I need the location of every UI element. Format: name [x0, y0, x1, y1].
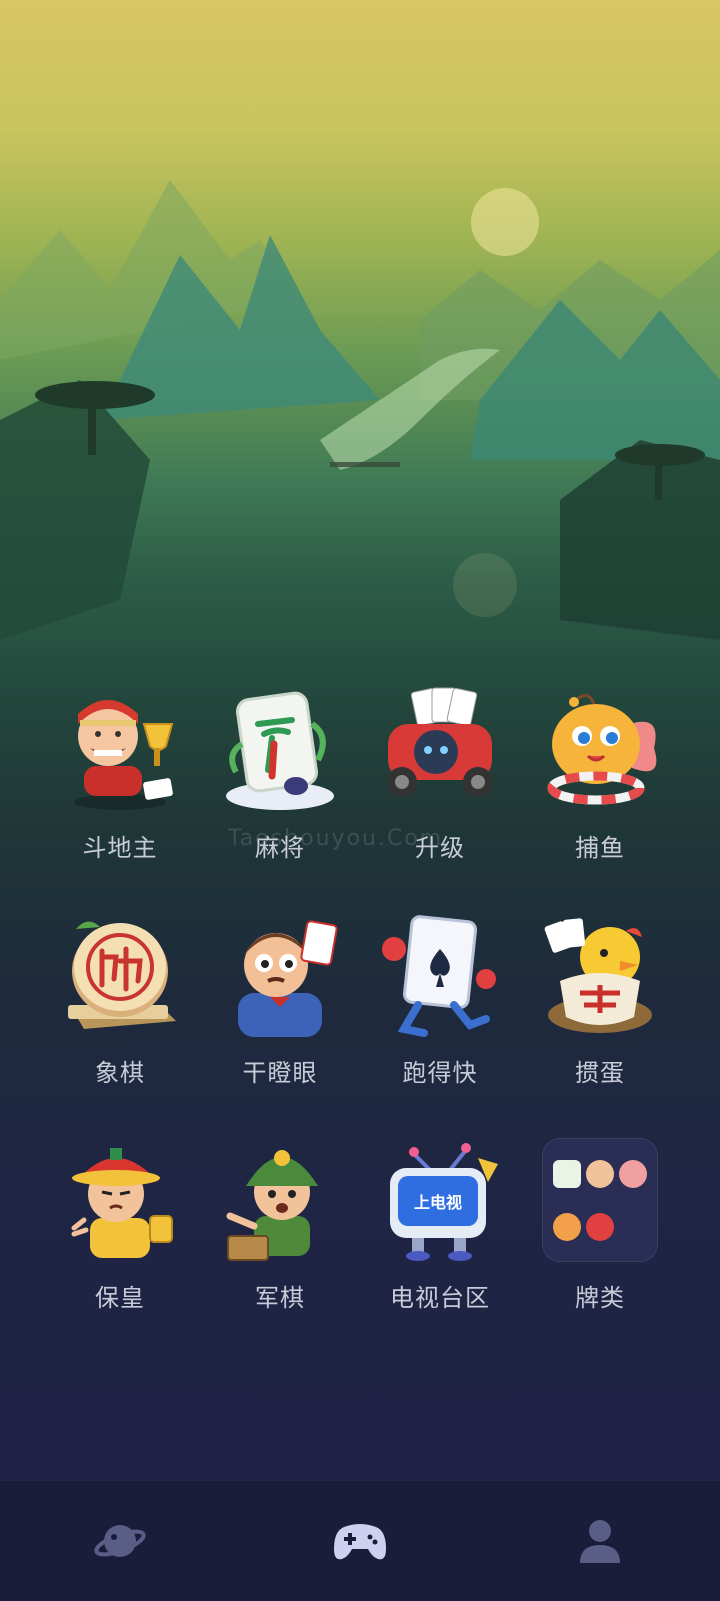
- chick-egg-icon: [544, 918, 652, 1033]
- game-label: 跑得快: [402, 1059, 478, 1087]
- game-tile-baohuang[interactable]: 保皇: [40, 1130, 200, 1313]
- game-tile-tv-zone[interactable]: 上电视 电视台区: [360, 1130, 520, 1313]
- tab-planet[interactable]: [60, 1491, 180, 1591]
- card-games-folder-icon: [542, 1138, 658, 1262]
- planet-icon: [94, 1525, 146, 1557]
- gamepad-icon: [334, 1524, 386, 1560]
- game-tile-junqi[interactable]: 军棋: [200, 1130, 360, 1313]
- game-tile-xiangqi[interactable]: 象棋: [40, 905, 200, 1088]
- mahjong-mini-icon: [553, 1159, 582, 1188]
- chinese-chess-piece-icon: [68, 921, 176, 1029]
- character-mini-icon: [553, 1212, 582, 1241]
- game-tile-buyu[interactable]: 捕鱼: [520, 680, 680, 863]
- game-tile-paodekuai[interactable]: 跑得快: [360, 905, 520, 1088]
- game-label: 保皇: [95, 1284, 145, 1312]
- card-car-icon: [387, 687, 493, 797]
- staring-man-icon: [238, 920, 338, 1037]
- tab-games[interactable]: [300, 1491, 420, 1591]
- landlord-mini-icon: [585, 1159, 614, 1188]
- profile-icon: [580, 1520, 620, 1563]
- staring-man-mini-icon: [618, 1159, 647, 1188]
- game-label: 电视台区: [390, 1284, 490, 1312]
- empty-slot: [619, 1213, 647, 1241]
- emperor-character-icon: [71, 1148, 173, 1258]
- game-label: 牌类: [575, 1284, 625, 1312]
- mountain-landscape-illustration: [0, 180, 720, 640]
- game-label: 军棋: [255, 1284, 305, 1312]
- landlord-character-icon: [74, 700, 174, 810]
- running-card-icon: [382, 915, 496, 1037]
- game-label: 干瞪眼: [242, 1059, 318, 1087]
- soldier-character-icon: [226, 1150, 318, 1261]
- poker-mini-icon: [585, 1212, 614, 1241]
- game-tile-gandengyan[interactable]: 干瞪眼: [200, 905, 360, 1088]
- tv-screen-text: 上电视: [414, 1193, 462, 1212]
- game-tile-doudizhu[interactable]: 斗地主: [40, 680, 200, 863]
- game-folder-card-games[interactable]: 牌类: [520, 1130, 680, 1313]
- game-label: 捕鱼: [575, 834, 625, 862]
- watermark-text: Taoshouyou.Com: [228, 826, 444, 851]
- tab-profile[interactable]: [540, 1491, 660, 1591]
- game-label: 象棋: [95, 1059, 145, 1087]
- goldfish-icon: [547, 694, 657, 805]
- bottom-tab-bar: [0, 1480, 720, 1601]
- tv-character-icon: 上电视: [390, 1143, 498, 1261]
- game-tile-guandan[interactable]: 掼蛋: [520, 905, 680, 1088]
- game-label: 斗地主: [82, 834, 158, 862]
- mahjong-tile-icon: [226, 691, 334, 810]
- game-label: 掼蛋: [575, 1059, 625, 1087]
- game-grid: 斗地主 麻将 升级 捕鱼 象棋 干瞪眼 跑得快 掼蛋 保皇 军棋 上电视 电视台…: [40, 680, 680, 1313]
